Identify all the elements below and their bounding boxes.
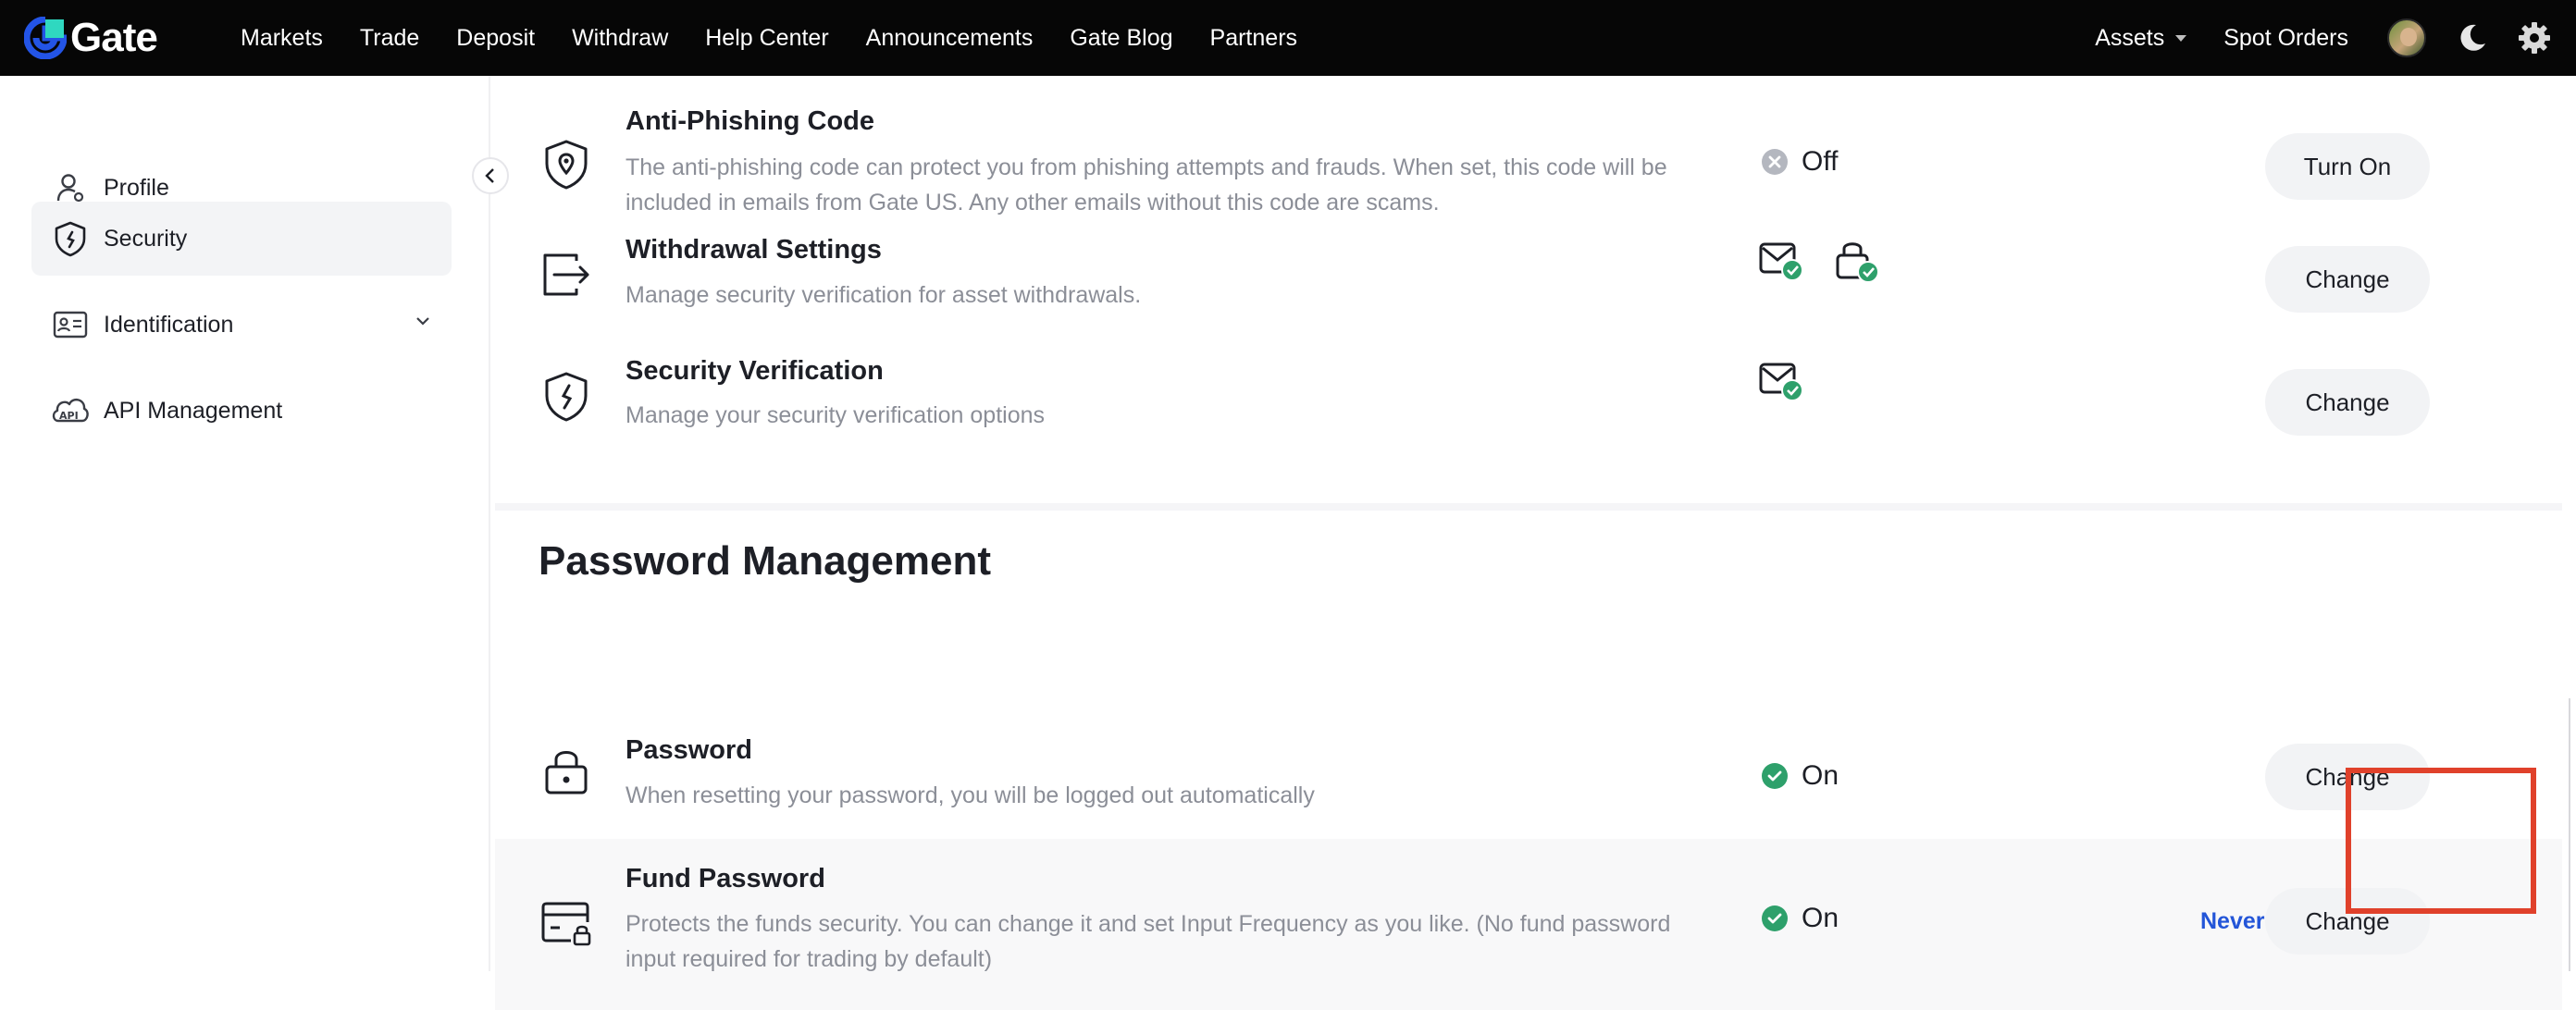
nav-trade[interactable]: Trade [360, 25, 419, 52]
verification-change-button[interactable]: Change [2265, 369, 2430, 436]
nav-assets-label: Assets [2095, 24, 2165, 51]
password-change-button[interactable]: Change [2265, 744, 2430, 810]
sidebar-item-label: Profile [104, 174, 169, 201]
check-circle-icon [1762, 905, 1788, 931]
svg-text:API: API [59, 410, 79, 422]
withdraw-transfer-icon [543, 253, 589, 296]
scrollbar[interactable] [2569, 698, 2570, 971]
sidebar-item-api-management[interactable]: API API Management [31, 374, 452, 448]
id-card-icon [50, 304, 91, 345]
section-title: Password Management [539, 538, 992, 584]
status-indicator: Off [1761, 146, 1838, 178]
api-icon: API [50, 390, 91, 431]
anti-phishing-shield-icon [545, 140, 588, 190]
status-indicator: On [1761, 760, 1839, 792]
row-description: Manage security verification for asset w… [625, 282, 1142, 308]
check-circle-icon [1762, 763, 1788, 789]
sidebar-collapse-button[interactable] [472, 157, 509, 194]
sidebar-item-label: Identification [104, 311, 234, 338]
nav-help-center[interactable]: Help Center [705, 25, 828, 52]
nav-spot-orders[interactable]: Spot Orders [2223, 25, 2348, 52]
row-title: Security Verification [625, 356, 884, 386]
gate-logo[interactable]: Gate [24, 13, 158, 63]
off-x-icon [1762, 149, 1788, 175]
password-row: Password When resetting your password, y… [495, 691, 2562, 839]
gear-icon[interactable] [2517, 20, 2552, 55]
status-text: Off [1802, 146, 1839, 177]
avatar[interactable] [2387, 18, 2426, 57]
nav-partners[interactable]: Partners [1210, 25, 1297, 52]
row-title: Password [625, 735, 752, 765]
status-indicator: On [1761, 903, 1839, 934]
row-title: Anti-Phishing Code [625, 106, 875, 136]
withdrawal-change-button[interactable]: Change [2265, 246, 2430, 313]
status-text: On [1802, 903, 1839, 933]
gate-logo-icon [24, 17, 67, 59]
sidebar: Profile Security Identification API API … [0, 76, 490, 971]
caret-down-icon [2175, 34, 2187, 42]
top-navigation: Gate Markets Trade Deposit Withdraw Help… [0, 0, 2576, 76]
email-verified-icon [1759, 363, 1803, 401]
nav-assets-dropdown[interactable]: Assets [2095, 24, 2187, 52]
logo-text: Gate [70, 15, 158, 60]
email-verified-icon [1759, 242, 1803, 281]
nav-announcements[interactable]: Announcements [866, 25, 1034, 52]
row-description: The anti-phishing code can protect you f… [625, 154, 1667, 216]
lock-icon [545, 751, 588, 794]
withdrawal-settings-row: Withdrawal Settings Manage security veri… [495, 213, 2562, 342]
nav-gate-blog[interactable]: Gate Blog [1070, 25, 1172, 52]
row-title: Fund Password [625, 864, 825, 893]
shield-icon [545, 372, 588, 422]
nav-right: Assets Spot Orders [2095, 0, 2576, 76]
sidebar-item-security[interactable]: Security [31, 202, 452, 276]
nav-withdraw[interactable]: Withdraw [572, 25, 668, 52]
lock-verified-icon [1836, 242, 1879, 283]
fund-password-row: Fund Password Protects the funds securit… [495, 839, 2562, 1010]
row-title: Withdrawal Settings [625, 235, 882, 265]
chevron-down-icon[interactable] [415, 315, 431, 326]
sidebar-item-label: Security [104, 225, 188, 252]
row-description: Manage your security verification option… [625, 402, 1046, 428]
section-divider [495, 503, 2562, 511]
nav-markets[interactable]: Markets [241, 25, 323, 52]
input-frequency-value: Never [2200, 908, 2265, 934]
nav-deposit[interactable]: Deposit [456, 25, 535, 52]
nav-links: Markets Trade Deposit Withdraw Help Cent… [241, 0, 1334, 76]
anti-phishing-row: Anti-Phishing Code The anti-phishing cod… [495, 76, 2562, 216]
moon-icon[interactable] [2456, 21, 2489, 55]
sidebar-item-identification[interactable]: Identification [31, 288, 452, 362]
status-text: On [1802, 760, 1839, 791]
sidebar-item-label: API Management [104, 397, 283, 424]
chevron-left-icon [485, 168, 494, 183]
row-description: Protects the funds security. You can cha… [625, 911, 1671, 972]
shield-icon [50, 218, 91, 259]
main-content: Anti-Phishing Code The anti-phishing cod… [495, 76, 2562, 1010]
row-description: When resetting your password, you will b… [625, 782, 1315, 808]
card-lock-icon [541, 902, 591, 946]
fund-password-change-button[interactable]: Change [2265, 888, 2430, 955]
turn-on-button[interactable]: Turn On [2265, 133, 2430, 200]
